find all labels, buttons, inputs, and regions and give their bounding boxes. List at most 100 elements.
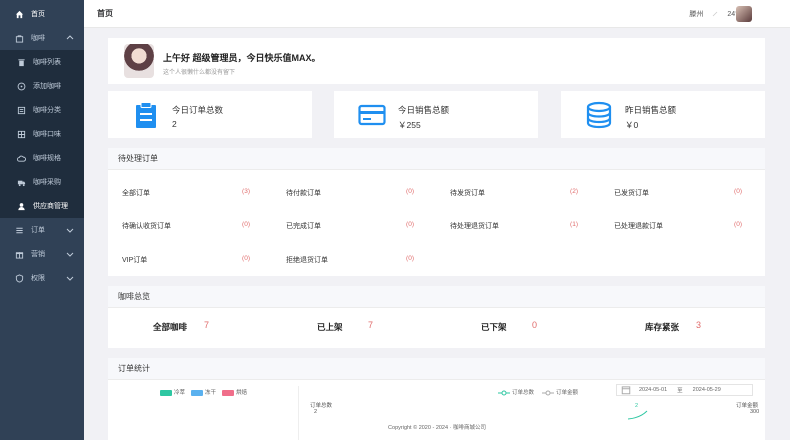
pending-item[interactable]: 已处理退款订单 (0) bbox=[600, 215, 764, 235]
pending-label: VIP订单 bbox=[122, 257, 148, 264]
footer-copyright: Copyright © 2020 - 2024 · 咖啡商城公司 bbox=[388, 425, 486, 431]
sidebar-item-orders[interactable]: 订单 bbox=[0, 218, 84, 242]
cloud-icon bbox=[16, 153, 26, 163]
pending-label: 拒绝退货订单 bbox=[286, 257, 328, 264]
right-axis-label: 订单金额 bbox=[736, 403, 759, 409]
pending-label: 已发货订单 bbox=[614, 190, 649, 197]
stat-card-yesterday-sales: 昨日销售总额 ￥0 bbox=[561, 91, 765, 138]
date-range-picker[interactable]: 2024-05-01 至 2024-05-29 bbox=[616, 384, 753, 396]
sidebar-item-add-coffee[interactable]: 添加咖啡 bbox=[0, 74, 84, 98]
truck-icon bbox=[16, 177, 26, 187]
overview-value: 7 bbox=[204, 320, 210, 330]
legend-label: 冷萃 bbox=[174, 390, 186, 396]
pending-count: (0) bbox=[406, 188, 414, 195]
sidebar-item-coffee-flavor[interactable]: 咖啡口味 bbox=[0, 122, 84, 146]
plus-circle-icon bbox=[16, 81, 26, 91]
gift-icon bbox=[14, 249, 24, 259]
legend-swatch bbox=[191, 389, 204, 396]
top-header: 首页 滕州 24° bbox=[84, 0, 790, 28]
sidebar-item-label: 添加咖啡 bbox=[33, 83, 61, 90]
line-legend: 订单总数 订单金额 bbox=[498, 388, 578, 396]
pending-count: (3) bbox=[242, 188, 250, 195]
sidebar-item-coffee-spec[interactable]: 咖啡规格 bbox=[0, 146, 84, 170]
overview-label: 已下架 bbox=[481, 322, 507, 332]
sidebar-item-coffee[interactable]: 咖啡 bbox=[0, 26, 84, 50]
pending-item[interactable]: 待确认收货订单 (0) bbox=[108, 215, 272, 235]
legend-swatch bbox=[222, 389, 235, 396]
pending-item[interactable]: 已发货订单 (0) bbox=[600, 182, 764, 202]
menu-icon bbox=[14, 225, 24, 235]
right-axis-tick: 300 bbox=[750, 409, 760, 415]
pending-count: (0) bbox=[406, 221, 414, 228]
sidebar-item-label: 营销 bbox=[31, 251, 45, 258]
page-title: 首页 bbox=[97, 9, 113, 18]
overview-label: 库存紧张 bbox=[645, 322, 680, 332]
welcome-avatar bbox=[124, 44, 154, 78]
main-content: 上午好 超级管理员，今日快乐值MAX。 这个人很懒什么都没有留下 今日订单总数 … bbox=[84, 28, 790, 440]
bag-icon bbox=[14, 33, 24, 43]
calendar-icon bbox=[621, 386, 631, 395]
sidebar-item-label: 权限 bbox=[31, 275, 45, 282]
pending-item[interactable]: 待处理退货订单 (1) bbox=[436, 215, 600, 235]
pending-item[interactable]: VIP订单 (0) bbox=[108, 249, 272, 269]
user-avatar[interactable] bbox=[736, 6, 752, 22]
legend-label: 冻干 bbox=[205, 390, 217, 396]
stat-value: 2 bbox=[172, 119, 177, 129]
date-start[interactable]: 2024-05-01 bbox=[639, 387, 667, 393]
pending-orders-card: 待处理订单 全部订单 (3) 待付款订单 (0) 待发货订单 (2) 已发货订单 (0)… bbox=[108, 148, 765, 276]
sidebar-item-permission[interactable]: 权限 bbox=[0, 266, 84, 290]
date-separator: 至 bbox=[677, 388, 683, 394]
legend-item[interactable]: 订单金额 bbox=[542, 388, 578, 396]
pending-item[interactable]: 已完成订单 (0) bbox=[272, 215, 436, 235]
section-title: 订单统计 bbox=[108, 358, 765, 380]
sidebar-item-supplier[interactable]: 供应商管理 bbox=[0, 194, 84, 218]
sidebar-item-label: 咖啡规格 bbox=[33, 155, 61, 162]
pending-item[interactable]: 拒绝退货订单 (0) bbox=[272, 249, 436, 269]
database-icon bbox=[586, 101, 612, 129]
shield-icon bbox=[14, 273, 24, 283]
coffee-overview-card: 咖啡总览 全部咖啡 7 已上架 7 已下架 0 库存紧张 3 bbox=[108, 286, 765, 348]
sidebar-item-coffee-purchase[interactable]: 咖啡采购 bbox=[0, 170, 84, 194]
overview-value: 0 bbox=[532, 320, 538, 330]
sidebar-item-label: 供应商管理 bbox=[33, 203, 68, 210]
sidebar-item-label: 咖啡分类 bbox=[33, 107, 61, 114]
stat-card-today-orders: 今日订单总数 2 bbox=[108, 91, 312, 138]
stat-value: ￥255 bbox=[398, 120, 421, 130]
weather-widget: 滕州 24° bbox=[689, 0, 738, 28]
sidebar-item-coffee-list[interactable]: 咖啡列表 bbox=[0, 50, 84, 74]
data-point-label: 2 bbox=[635, 403, 639, 409]
legend-item[interactable]: 冷萃 bbox=[160, 388, 185, 396]
pending-count: (0) bbox=[406, 255, 414, 262]
stat-label: 昨日销售总额 bbox=[625, 105, 677, 115]
date-end[interactable]: 2024-05-29 bbox=[693, 387, 721, 393]
home-icon bbox=[14, 9, 24, 19]
legend-label: 订单总数 bbox=[512, 390, 535, 396]
chevron-down-icon bbox=[66, 228, 74, 233]
legend-item[interactable]: 烘焙 bbox=[222, 388, 247, 396]
welcome-card: 上午好 超级管理员，今日快乐值MAX。 这个人很懒什么都没有留下 bbox=[108, 38, 765, 84]
sidebar-item-coffee-category[interactable]: 咖啡分类 bbox=[0, 98, 84, 122]
pending-item[interactable]: 待付款订单 (0) bbox=[272, 182, 436, 202]
section-title: 咖啡总览 bbox=[108, 286, 765, 308]
sidebar-item-marketing[interactable]: 营销 bbox=[0, 242, 84, 266]
stat-label: 今日销售总额 bbox=[398, 105, 450, 115]
legend-label: 烘焙 bbox=[236, 390, 248, 396]
grid-icon bbox=[16, 129, 26, 139]
weather-icon bbox=[713, 11, 718, 17]
legend-item[interactable]: 订单总数 bbox=[498, 388, 534, 396]
pending-count: (0) bbox=[242, 255, 250, 262]
sidebar-item-home[interactable]: 首页 bbox=[0, 2, 84, 26]
overview-label: 已上架 bbox=[317, 322, 343, 332]
section-title: 待处理订单 bbox=[108, 148, 765, 170]
pending-label: 全部订单 bbox=[122, 190, 150, 197]
pie-legend: 冷萃 冻干 烘焙 bbox=[160, 388, 247, 396]
legend-line-marker bbox=[542, 390, 555, 396]
pending-item[interactable]: 待发货订单 (2) bbox=[436, 182, 600, 202]
legend-item[interactable]: 冻干 bbox=[191, 388, 216, 396]
pending-count: (0) bbox=[242, 221, 250, 228]
sidebar-item-label: 订单 bbox=[31, 227, 45, 234]
pending-count: (1) bbox=[570, 221, 578, 228]
pending-count: (0) bbox=[734, 188, 742, 195]
list-icon bbox=[16, 105, 26, 115]
pending-item[interactable]: 全部订单 (3) bbox=[108, 182, 272, 202]
